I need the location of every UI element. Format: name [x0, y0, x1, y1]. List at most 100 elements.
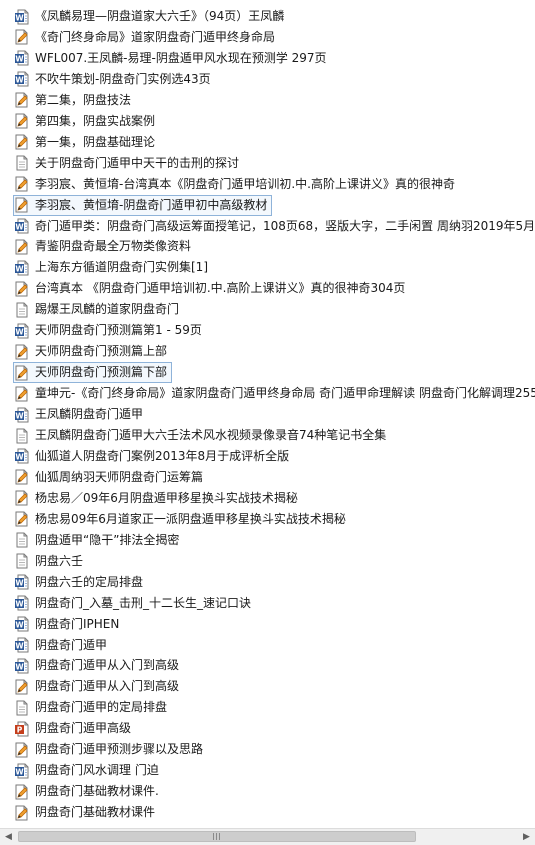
file-row[interactable]: 阴盘奇门遁甲预测步骤以及思路: [14, 740, 207, 759]
scroll-right-arrow-icon[interactable]: ▶: [518, 829, 535, 845]
file-row[interactable]: W 天师阴盘奇门预测篇第1 - 59页: [14, 321, 206, 340]
svg-text:W: W: [15, 641, 24, 650]
file-name-label: 上海东方循道阴盘奇门实例集[1]: [35, 260, 208, 275]
file-name-label: 阴盘奇门基础教材课件.: [35, 784, 159, 799]
file-name-label: 王凤麟阴盘奇门遁甲大六壬法术风水视频录像录音74种笔记书全集: [35, 428, 387, 442]
file-row[interactable]: 阴盘奇门遁甲从入门到高级: [14, 677, 183, 696]
file-row[interactable]: 李羽宸、黄恒堉-台湾真本《阴盘奇门遁甲培训初.中.高阶上课讲义》真的很神奇: [14, 175, 459, 194]
pencil-doc-icon: [14, 281, 30, 297]
file-row[interactable]: W 阴盘奇门_入墓_击刑_十二长生_速记口诀: [14, 594, 255, 613]
file-name-label: 第二集，阴盘技法: [35, 92, 132, 107]
file-name-label: 阴盘奇门_入墓_击刑_十二长生_速记口诀: [35, 595, 252, 610]
pencil-doc-icon: [14, 511, 30, 527]
word-doc-icon: W: [14, 50, 30, 66]
file-row[interactable]: W WFL007.王凤麟-易理-阴盘遁甲风水现在预测学 297页: [14, 49, 331, 68]
word-doc-icon: W: [14, 407, 30, 423]
word-doc-icon: W: [14, 637, 30, 653]
file-name-label: 杨忠易／09年6月阴盘遁甲移星换斗实战技术揭秘: [35, 490, 298, 505]
file-row[interactable]: W 阴盘奇门遁甲从入门到高级: [14, 656, 183, 675]
file-name-label: 阴盘遁甲“隐干”排法全揭密: [35, 532, 180, 547]
horizontal-scrollbar[interactable]: ◀ ▶: [0, 828, 535, 845]
file-name-label: 不吹牛策划-阴盘奇门实例选43页: [35, 71, 211, 86]
file-row[interactable]: W 阴盘六壬的定局排盘: [14, 573, 147, 592]
word-doc-icon: W: [14, 323, 30, 339]
scrollbar-grip-icon: [212, 833, 222, 840]
file-row[interactable]: W 不吹牛策划-阴盘奇门实例选43页: [14, 70, 215, 89]
file-name-label: 李羽宸、黄恒堉-阴盘奇门遁甲初中高级教材: [35, 197, 268, 212]
file-name-label: 阴盘奇门风水调理 门迫: [35, 763, 159, 778]
pencil-doc-icon: [14, 805, 30, 821]
file-row[interactable]: 阴盘遁甲“隐干”排法全揭密: [14, 531, 183, 550]
pencil-doc-icon: [14, 742, 30, 758]
scrollbar-thumb[interactable]: [18, 831, 416, 842]
file-row[interactable]: 杨忠易／09年6月阴盘遁甲移星换斗实战技术揭秘: [14, 489, 302, 508]
word-doc-icon: W: [14, 448, 30, 464]
file-name-label: 踢爆王凤麟的道家阴盘奇门: [35, 302, 180, 317]
file-row[interactable]: 仙狐周纳羽天师阴盘奇门运筹篇: [14, 468, 207, 487]
file-name-label: 阴盘奇门遁甲从入门到高级: [35, 658, 180, 673]
file-name-label: 台湾真本 《阴盘奇门遁甲培训初.中.高阶上课讲义》真的很神奇304页: [35, 281, 406, 296]
file-row[interactable]: W 阴盘奇门风水调理 门迫: [14, 761, 163, 780]
file-name-label: 杨忠易09年6月道家正一派阴盘遁甲移星换斗实战技术揭秘: [35, 511, 346, 526]
file-row[interactable]: 阴盘奇门遁甲的定局排盘: [14, 698, 171, 717]
pencil-doc-icon: [14, 134, 30, 150]
pencil-doc-icon: [14, 469, 30, 485]
text-doc-icon: [14, 553, 30, 569]
file-row[interactable]: W 仙狐道人阴盘奇门案例2013年8月于成评析全版: [14, 447, 293, 466]
file-row[interactable]: 台湾真本 《阴盘奇门遁甲培训初.中.高阶上课讲义》真的很神奇304页: [14, 279, 409, 298]
file-row[interactable]: W 阴盘奇门IPHEN: [14, 615, 123, 634]
svg-text:W: W: [15, 578, 24, 587]
file-row[interactable]: 阴盘奇门基础教材课件: [14, 803, 159, 822]
file-name-label: 天师阴盘奇门预测篇第1 - 59页: [35, 323, 202, 338]
file-row[interactable]: 青鉴阴盘奇最全万物类像资料: [14, 237, 195, 256]
pencil-doc-icon: [14, 344, 30, 360]
file-row[interactable]: 第二集，阴盘技法: [14, 91, 135, 110]
file-row[interactable]: 踢爆王凤麟的道家阴盘奇门: [14, 300, 183, 319]
word-doc-icon: W: [14, 616, 30, 632]
file-name-label: 李羽宸、黄恒堉-台湾真本《阴盘奇门遁甲培训初.中.高阶上课讲义》真的很神奇: [35, 176, 455, 191]
text-doc-icon: [14, 700, 30, 716]
file-name-label: 阴盘奇门遁甲从入门到高级: [35, 679, 180, 694]
text-doc-icon: [14, 428, 30, 444]
svg-text:W: W: [15, 411, 24, 420]
file-row[interactable]: P 阴盘奇门遁甲高级: [14, 719, 135, 738]
file-row[interactable]: W 《凤麟易理—阴盘道家大六壬》（94页）王凤麟: [14, 7, 288, 26]
file-row[interactable]: 第一集，阴盘基础理论: [14, 133, 159, 152]
file-row[interactable]: 天师阴盘奇门预测篇上部: [14, 342, 171, 361]
file-row[interactable]: 阴盘奇门基础教材课件.: [14, 782, 163, 801]
file-row[interactable]: W 王凤麟阴盘奇门遁甲: [14, 405, 147, 424]
pencil-doc-icon: [14, 490, 30, 506]
file-row[interactable]: W 阴盘奇门遁甲: [14, 636, 111, 655]
pencil-doc-icon: [14, 784, 30, 800]
file-row[interactable]: W 奇门遁甲类：阴盘奇门高级运筹面授笔记，108页68，竖版大字，二手闲置 周纳羽…: [14, 217, 535, 236]
file-row[interactable]: 阴盘六壬: [14, 552, 87, 571]
file-name-label: 仙狐道人阴盘奇门案例2013年8月于成评析全版: [35, 448, 290, 463]
svg-text:W: W: [15, 453, 24, 462]
word-doc-icon: W: [14, 574, 30, 590]
file-row[interactable]: 杨忠易09年6月道家正一派阴盘遁甲移星换斗实战技术揭秘: [14, 510, 350, 529]
file-row[interactable]: W 上海东方循道阴盘奇门实例集[1]: [14, 258, 212, 277]
pencil-doc-icon: [14, 386, 30, 402]
file-row[interactable]: 天师阴盘奇门预测篇下部: [12, 362, 173, 384]
ppt-doc-icon: P: [14, 721, 30, 737]
scroll-left-arrow-icon[interactable]: ◀: [0, 829, 17, 845]
svg-text:W: W: [15, 767, 24, 776]
file-row[interactable]: 李羽宸、黄恒堉-阴盘奇门遁甲初中高级教材: [12, 194, 273, 216]
file-name-label: 天师阴盘奇门预测篇上部: [35, 344, 168, 359]
svg-text:W: W: [15, 264, 24, 273]
svg-text:W: W: [15, 327, 24, 336]
file-row[interactable]: 王凤麟阴盘奇门遁甲大六壬法术风水视频录像录音74种笔记书全集: [14, 426, 390, 445]
file-row[interactable]: 关于阴盘奇门遁甲中天干的击刑的探讨: [14, 154, 243, 173]
file-name-label: 青鉴阴盘奇最全万物类像资料: [35, 239, 192, 254]
svg-text:W: W: [15, 222, 24, 231]
pencil-doc-icon: [14, 679, 30, 695]
pencil-doc-icon: [14, 197, 30, 213]
text-doc-icon: [14, 302, 30, 318]
file-row[interactable]: 第四集，阴盘实战案例: [14, 112, 159, 131]
file-name-label: 阴盘六壬的定局排盘: [35, 574, 144, 589]
file-row[interactable]: 童坤元-《奇门终身命局》道家阴盘奇门遁甲终身命局 奇门遁甲命理解读 阴盘奇门化解…: [14, 384, 535, 403]
file-row[interactable]: 《奇门终身命局》道家阴盘奇门遁甲终身命局: [14, 28, 279, 47]
file-name-label: 《凤麟易理—阴盘道家大六壬》（94页）王凤麟: [35, 9, 285, 23]
file-name-label: 阴盘奇门遁甲预测步骤以及思路: [35, 742, 204, 757]
file-name-label: 阴盘奇门IPHEN: [35, 616, 120, 631]
